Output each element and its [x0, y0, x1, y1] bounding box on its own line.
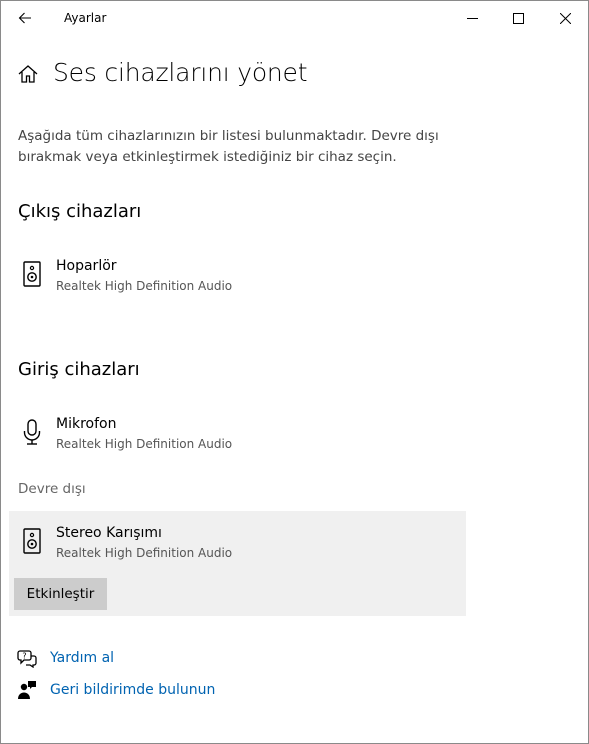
device-mikrofon[interactable]: Mikrofon Realtek High Definition Audio [9, 412, 466, 464]
enable-button[interactable]: Etkinleştir [14, 578, 107, 610]
close-icon [559, 12, 571, 24]
get-help-link[interactable]: ? Yardım al [17, 647, 114, 669]
device-name: Mikrofon [56, 416, 117, 432]
device-name: Stereo Karışımı [56, 525, 162, 541]
device-name: Hoparlör [56, 258, 117, 274]
maximize-button[interactable] [495, 1, 541, 35]
minimize-icon [466, 17, 478, 19]
device-driver: Realtek High Definition Audio [56, 546, 233, 560]
feedback-icon [18, 681, 36, 699]
device-driver: Realtek High Definition Audio [56, 279, 233, 293]
feedback-link[interactable]: Geri bildirimde bulunun [17, 679, 215, 701]
back-button[interactable] [11, 5, 39, 31]
settings-window: Ayarlar Ses cihazlarını yönet Aşağıda tü… [0, 0, 589, 744]
disabled-device-panel[interactable]: Stereo Karışımı Realtek High Definition … [9, 511, 466, 616]
svg-text:?: ? [22, 652, 26, 661]
help-chat-icon: ? [17, 650, 37, 668]
arrow-left-icon [18, 12, 31, 24]
minimize-button[interactable] [449, 1, 495, 35]
output-devices-heading: Çıkış cihazları [18, 201, 142, 222]
home-icon[interactable] [17, 63, 39, 85]
link-label[interactable]: Yardım al [50, 650, 114, 666]
close-button[interactable] [542, 1, 588, 35]
link-label[interactable]: Geri bildirimde bulunun [50, 682, 215, 698]
speaker-icon [23, 528, 41, 554]
maximize-icon [512, 12, 524, 24]
page-description: Aşağıda tüm cihazlarınızın bir listesi b… [18, 128, 439, 165]
speaker-icon [23, 261, 41, 287]
device-stereo-karisimi[interactable]: Stereo Karışımı Realtek High Definition … [9, 521, 466, 573]
device-hoparlor[interactable]: Hoparlör Realtek High Definition Audio [9, 254, 466, 306]
microphone-icon [23, 419, 41, 445]
page-title: Ses cihazlarını yönet [53, 58, 308, 87]
disabled-devices-label: Devre dışı [18, 481, 86, 497]
window-title: Ayarlar [64, 11, 107, 25]
input-devices-heading: Giriş cihazları [18, 359, 140, 380]
device-driver: Realtek High Definition Audio [56, 437, 233, 451]
title-bar: Ayarlar [1, 1, 588, 35]
